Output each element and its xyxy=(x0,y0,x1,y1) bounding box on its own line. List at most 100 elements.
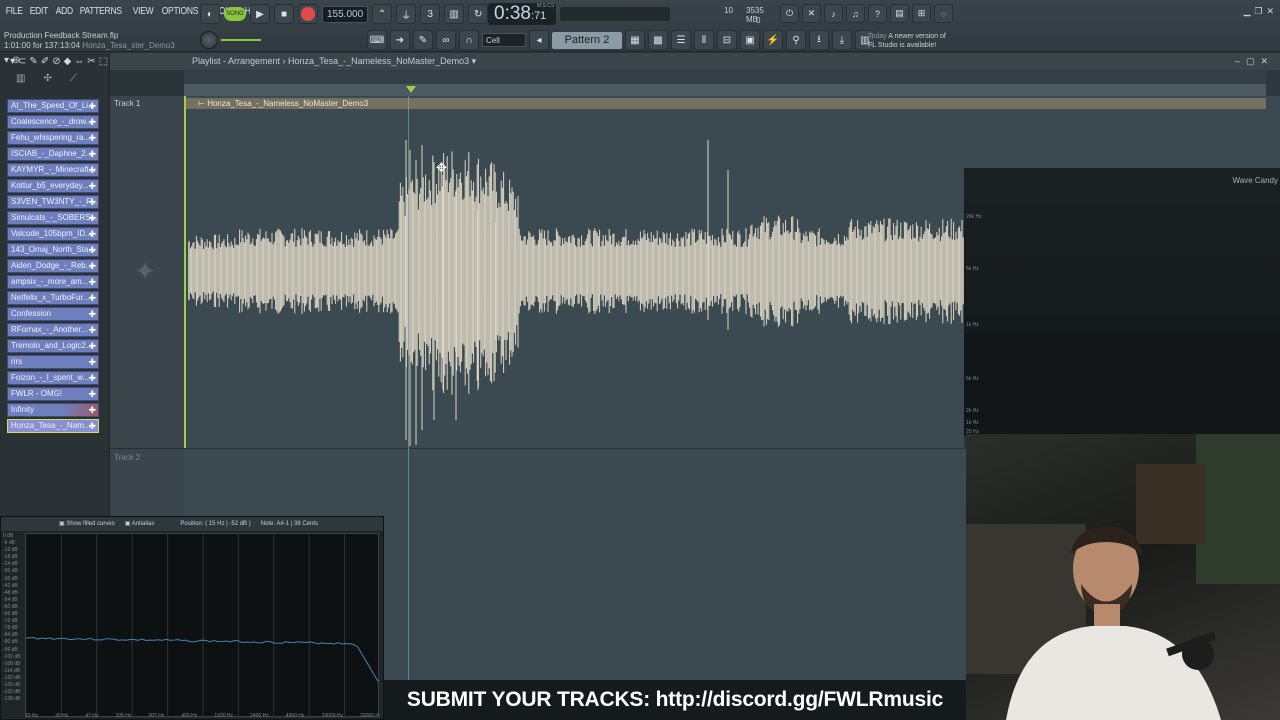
add-to-playlist-icon[interactable]: ✚ xyxy=(88,180,96,192)
close-icon[interactable]: ✕ xyxy=(1266,6,1274,17)
add-to-playlist-icon[interactable]: ✚ xyxy=(88,372,96,384)
add-to-playlist-icon[interactable]: ✚ xyxy=(88,324,96,336)
add-to-playlist-icon[interactable]: ✚ xyxy=(88,164,96,176)
add-to-playlist-icon[interactable]: ✚ xyxy=(88,100,96,112)
browser-track-item[interactable]: Infinity ✚ xyxy=(7,403,99,417)
microphone-icon[interactable]: ♪ xyxy=(824,4,843,23)
menu-patterns[interactable]: PATTERNS xyxy=(78,6,123,17)
browser-track-item[interactable]: ampsix_-_more_am... ✚ xyxy=(7,275,99,289)
browser-track-item[interactable]: RFornax_-_Another... ✚ xyxy=(7,323,99,337)
pencil-icon[interactable]: ✎ xyxy=(413,30,433,50)
countdown-icon[interactable]: 3 xyxy=(420,4,441,24)
help-icon[interactable]: ? xyxy=(868,4,887,23)
add-to-playlist-icon[interactable]: ✚ xyxy=(88,132,96,144)
tools-icon[interactable]: ✕ xyxy=(802,4,821,23)
add-to-playlist-icon[interactable]: ✚ xyxy=(88,404,96,416)
audio-icon[interactable]: ♫ xyxy=(846,4,865,23)
loop-record-icon[interactable]: ↻ xyxy=(468,4,489,24)
mixer-icon[interactable]: ⫴ xyxy=(694,30,714,50)
pattern-left-arrow-icon[interactable]: ◂ xyxy=(529,30,549,50)
antialias-checkbox[interactable]: ▣ Antialias xyxy=(125,517,155,531)
tab-tags-icon[interactable]: ⟋ xyxy=(70,73,77,89)
browser-track-item[interactable]: rirs ✚ xyxy=(7,355,99,369)
add-to-playlist-icon[interactable]: ✚ xyxy=(88,276,96,288)
channel-rack-icon[interactable]: ☰ xyxy=(671,30,691,50)
master-volume-knob[interactable] xyxy=(200,31,218,49)
menu-file[interactable]: FILE xyxy=(4,6,24,17)
menu-edit[interactable]: EDIT xyxy=(28,6,50,17)
add-to-playlist-icon[interactable]: ✚ xyxy=(88,212,96,224)
news-panel[interactable]: Today A newer version of FL Studio is av… xyxy=(868,32,958,50)
paint-icon[interactable]: ✐ xyxy=(41,56,52,67)
add-to-playlist-icon[interactable]: ✚ xyxy=(88,388,96,400)
step-edit-icon[interactable]: ▥ xyxy=(444,4,465,24)
browser-track-item[interactable]: Aiden_Dodge_-_Reb... ✚ xyxy=(7,259,99,273)
add-to-playlist-icon[interactable]: ✚ xyxy=(88,356,96,368)
browser-track-item[interactable]: ISCIAB_-_Daphne_2... ✚ xyxy=(7,147,99,161)
menu-add[interactable]: ADD xyxy=(54,6,75,17)
browser-track-item[interactable]: 143_Omaj_North_Sta... ✚ xyxy=(7,243,99,257)
browser-track-item[interactable]: Foizon_-_I_spent_w... ✚ xyxy=(7,371,99,385)
power-icon[interactable]: ⏻ xyxy=(780,4,799,23)
minimize-icon[interactable]: ▁ xyxy=(1243,6,1250,17)
plugin-picker-icon[interactable]: ⚡ xyxy=(763,30,783,50)
project-icon[interactable]: ▣ xyxy=(740,30,760,50)
keyboard-icon[interactable]: ⌨ xyxy=(367,30,387,50)
playlist-minimize-icon[interactable]: – xyxy=(1235,56,1246,66)
arrangement-name[interactable]: Honza_Tesa_-_Nameless_NoMaster_Demo3 xyxy=(288,56,469,66)
menu-view[interactable]: VIEW xyxy=(131,6,155,17)
add-to-playlist-icon[interactable]: ✚ xyxy=(88,340,96,352)
menu-options[interactable]: OPTIONS xyxy=(160,6,200,17)
save-icon[interactable]: ▤ xyxy=(890,4,909,23)
browser-track-item[interactable]: Simulcats_-_SOBERS... ✚ xyxy=(7,211,99,225)
snap-select[interactable]: Cell xyxy=(482,33,526,47)
browser-icon[interactable]: ⊟ xyxy=(717,30,737,50)
browser-track-item[interactable]: Coalescence_-_drow... ✚ xyxy=(7,115,99,129)
add-to-playlist-icon[interactable]: ✚ xyxy=(88,116,96,128)
browser-track-item[interactable]: Honza_Tesa_-_Nam... ✚ xyxy=(7,419,99,433)
draw-icon[interactable]: ✎ xyxy=(29,56,40,67)
show-filled-curves-checkbox[interactable]: ▣ Show filled curves xyxy=(59,517,115,531)
tab-tree-icon[interactable]: ✣ xyxy=(43,73,51,89)
browser-track-item[interactable]: Tremolo_and_Logic2... ✚ xyxy=(7,339,99,353)
spectrum-plot[interactable] xyxy=(25,533,379,718)
playhead-marker-icon[interactable] xyxy=(406,86,416,93)
browser-track-item[interactable]: Netfelix_x_TurboFur... ✚ xyxy=(7,291,99,305)
song-mode-toggle[interactable]: SONG xyxy=(224,7,246,21)
track-1-lane-right[interactable] xyxy=(964,96,1280,168)
magnet-icon[interactable]: ∩ xyxy=(459,30,479,50)
add-to-playlist-icon[interactable]: ✚ xyxy=(88,260,96,272)
browser-track-item[interactable]: Fehu_whispering_ra... ✚ xyxy=(7,131,99,145)
playlist-close-icon[interactable]: ✕ xyxy=(1260,56,1274,66)
delete-icon[interactable]: ⊘ xyxy=(52,56,63,67)
add-to-playlist-icon[interactable]: ✚ xyxy=(88,228,96,240)
magnet-snap-icon[interactable]: ⊂ xyxy=(18,56,29,67)
browser-track-item[interactable]: Confession ✚ xyxy=(7,307,99,321)
browser-track-item[interactable]: FWLR - OMG! ✚ xyxy=(7,387,99,401)
restore-icon[interactable]: ❐ xyxy=(1254,6,1262,17)
browser-track-item[interactable]: KAYMYR_-_Minecraft... ✚ xyxy=(7,163,99,177)
playlist-icon[interactable]: ▦ xyxy=(625,30,645,50)
stop-icon[interactable]: ■ xyxy=(274,4,294,24)
metronome-icon[interactable]: ⌃ xyxy=(372,4,393,24)
wait-input-icon[interactable]: ⏚ xyxy=(396,4,417,24)
add-to-playlist-icon[interactable]: ✚ xyxy=(88,292,96,304)
track-1-label[interactable]: Track 1 xyxy=(114,99,140,108)
download-icon[interactable]: ⤓ xyxy=(832,30,852,50)
add-to-playlist-icon[interactable]: ✚ xyxy=(88,196,96,208)
chat-icon[interactable]: ◌ xyxy=(934,4,953,23)
add-to-playlist-icon[interactable]: ✚ xyxy=(88,308,96,320)
audio-clip-waveform[interactable] xyxy=(188,110,964,446)
timeline-bar[interactable] xyxy=(184,84,1266,96)
add-to-playlist-icon[interactable]: ✚ xyxy=(88,148,96,160)
playlist-maximize-icon[interactable]: ▢ xyxy=(1246,56,1261,66)
add-to-playlist-icon[interactable]: ✚ xyxy=(88,244,96,256)
browser-track-item[interactable]: S3VEN_TW3NTY_-_Fi... ✚ xyxy=(7,195,99,209)
timeline-ruler[interactable] xyxy=(184,70,1266,96)
link-icon[interactable]: ∞ xyxy=(436,30,456,50)
master-pitch-slider[interactable] xyxy=(221,36,261,44)
slip-icon[interactable]: ⇔ xyxy=(74,56,87,67)
record-button[interactable] xyxy=(298,4,318,24)
touch-keyboard-icon[interactable]: ⚲ xyxy=(786,30,806,50)
slice-icon[interactable]: ✂ xyxy=(87,56,98,67)
